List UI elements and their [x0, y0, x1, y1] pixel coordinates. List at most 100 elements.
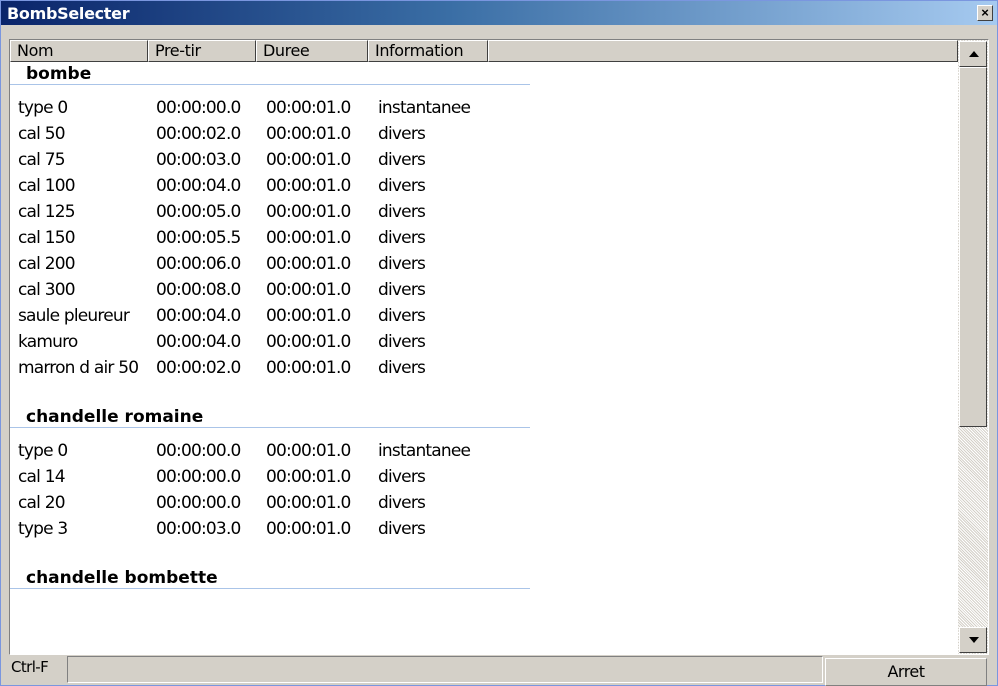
cell-duree: 00:00:01.0 — [266, 519, 351, 539]
cell-duree: 00:00:01.0 — [266, 202, 351, 222]
cell-nom: saule pleureur — [18, 306, 130, 326]
cell-information: divers — [378, 306, 426, 326]
cell-duree: 00:00:01.0 — [266, 441, 351, 461]
column-header-pre-tir[interactable]: Pre-tir — [148, 40, 256, 62]
cell-pre-tir: 00:00:05.0 — [156, 202, 241, 222]
list-item[interactable]: cal 200 00:00:06.0 00:00:01.0 divers — [10, 251, 958, 277]
vertical-scrollbar[interactable] — [958, 40, 988, 654]
cell-duree: 00:00:01.0 — [266, 98, 351, 118]
arrow-up-icon — [969, 51, 979, 57]
list-item[interactable]: kamuro 00:00:04.0 00:00:01.0 divers — [10, 329, 958, 355]
list-item[interactable]: saule pleureur 00:00:04.0 00:00:01.0 divers — [10, 303, 958, 329]
list-item[interactable]: cal 150 00:00:05.5 00:00:01.0 divers — [10, 225, 958, 251]
column-header-duree[interactable]: Duree — [256, 40, 368, 62]
group-label: bombe — [26, 64, 92, 84]
ctrl-f-label: Ctrl-F — [11, 658, 49, 676]
cell-nom: kamuro — [18, 332, 78, 352]
group-label: chandelle romaine — [26, 407, 204, 427]
cell-information: divers — [378, 493, 426, 513]
cell-duree: 00:00:01.0 — [266, 254, 351, 274]
cell-information: divers — [378, 280, 426, 300]
cell-information: divers — [378, 202, 426, 222]
cell-nom: cal 100 — [18, 176, 76, 196]
scroll-thumb[interactable] — [959, 67, 987, 427]
column-header-nom[interactable]: Nom — [10, 40, 148, 62]
bombselecter-window: BombSelecter × Nom Pre-tir Duree Informa… — [0, 0, 998, 686]
column-header-information[interactable]: Information — [368, 40, 488, 62]
title-bar[interactable]: BombSelecter × — [1, 1, 997, 25]
cell-nom: cal 300 — [18, 280, 76, 300]
list-item[interactable]: cal 75 00:00:03.0 00:00:01.0 divers — [10, 147, 958, 173]
list-item[interactable]: cal 125 00:00:05.0 00:00:01.0 divers — [10, 199, 958, 225]
cell-pre-tir: 00:00:00.0 — [156, 493, 241, 513]
bomb-list-view[interactable]: Nom Pre-tir Duree Information bombe type … — [9, 39, 989, 655]
list-item[interactable]: cal 100 00:00:04.0 00:00:01.0 divers — [10, 173, 958, 199]
window-title: BombSelecter — [7, 4, 130, 23]
scroll-down-button[interactable] — [959, 627, 987, 653]
cell-information: divers — [378, 228, 426, 248]
arret-button[interactable]: Arret — [825, 658, 987, 686]
cell-duree: 00:00:01.0 — [266, 124, 351, 144]
group-header[interactable]: bombe — [10, 62, 530, 85]
status-bar: Ctrl-F Arret — [1, 656, 997, 686]
cell-nom: cal 200 — [18, 254, 76, 274]
cell-duree: 00:00:01.0 — [266, 306, 351, 326]
cell-duree: 00:00:01.0 — [266, 467, 351, 487]
cell-pre-tir: 00:00:03.0 — [156, 519, 241, 539]
cell-pre-tir: 00:00:06.0 — [156, 254, 241, 274]
cell-duree: 00:00:01.0 — [266, 176, 351, 196]
cell-information: divers — [378, 332, 426, 352]
cell-pre-tir: 00:00:08.0 — [156, 280, 241, 300]
cell-nom: cal 150 — [18, 228, 76, 248]
cell-duree: 00:00:01.0 — [266, 493, 351, 513]
list-item[interactable]: cal 300 00:00:08.0 00:00:01.0 divers — [10, 277, 958, 303]
list-item[interactable]: type 3 00:00:03.0 00:00:01.0 divers — [10, 516, 958, 542]
cell-nom: marron d air 50 — [18, 358, 139, 378]
group-label: chandelle bombette — [26, 568, 218, 588]
group-header[interactable]: chandelle romaine — [10, 405, 530, 428]
cell-duree: 00:00:01.0 — [266, 358, 351, 378]
list-item[interactable]: type 0 00:00:00.0 00:00:01.0 instantanee — [10, 438, 958, 464]
cell-nom: type 0 — [18, 98, 68, 118]
cell-nom: cal 75 — [18, 150, 66, 170]
list-item[interactable]: type 0 00:00:00.0 00:00:01.0 instantanee — [10, 95, 958, 121]
cell-nom: type 3 — [18, 519, 68, 539]
column-header-empty — [488, 40, 958, 62]
cell-information: instantanee — [378, 98, 471, 118]
scroll-up-button[interactable] — [959, 41, 987, 67]
list-item[interactable]: marron d air 50 00:00:02.0 00:00:01.0 diver… — [10, 355, 958, 381]
cell-information: divers — [378, 254, 426, 274]
cell-information: divers — [378, 519, 426, 539]
cell-information: divers — [378, 150, 426, 170]
cell-information: divers — [378, 467, 426, 487]
cell-pre-tir: 00:00:00.0 — [156, 98, 241, 118]
cell-nom: cal 14 — [18, 467, 66, 487]
cell-pre-tir: 00:00:00.0 — [156, 441, 241, 461]
cell-pre-tir: 00:00:02.0 — [156, 124, 241, 144]
cell-information: divers — [378, 124, 426, 144]
cell-nom: type 0 — [18, 441, 68, 461]
group-header[interactable]: chandelle bombette — [10, 566, 530, 589]
cell-pre-tir: 00:00:04.0 — [156, 332, 241, 352]
list-header: Nom Pre-tir Duree Information — [10, 40, 958, 62]
cell-pre-tir: 00:00:02.0 — [156, 358, 241, 378]
cell-information: instantanee — [378, 441, 471, 461]
cell-duree: 00:00:01.0 — [266, 228, 351, 248]
close-button[interactable]: × — [977, 5, 993, 21]
cell-duree: 00:00:01.0 — [266, 332, 351, 352]
cell-pre-tir: 00:00:05.5 — [156, 228, 241, 248]
cell-duree: 00:00:01.0 — [266, 150, 351, 170]
list-rows: bombe type 0 00:00:00.0 00:00:01.0 instantan… — [10, 62, 958, 654]
cell-pre-tir: 00:00:00.0 — [156, 467, 241, 487]
cell-information: divers — [378, 358, 426, 378]
list-item[interactable]: cal 20 00:00:00.0 00:00:01.0 divers — [10, 490, 958, 516]
cell-information: divers — [378, 176, 426, 196]
cell-pre-tir: 00:00:04.0 — [156, 306, 241, 326]
cell-nom: cal 20 — [18, 493, 66, 513]
list-item[interactable]: cal 50 00:00:02.0 00:00:01.0 divers — [10, 121, 958, 147]
arrow-down-icon — [969, 637, 979, 643]
list-item[interactable]: cal 14 00:00:00.0 00:00:01.0 divers — [10, 464, 958, 490]
search-field[interactable] — [67, 656, 823, 683]
cell-nom: cal 125 — [18, 202, 76, 222]
cell-nom: cal 50 — [18, 124, 66, 144]
